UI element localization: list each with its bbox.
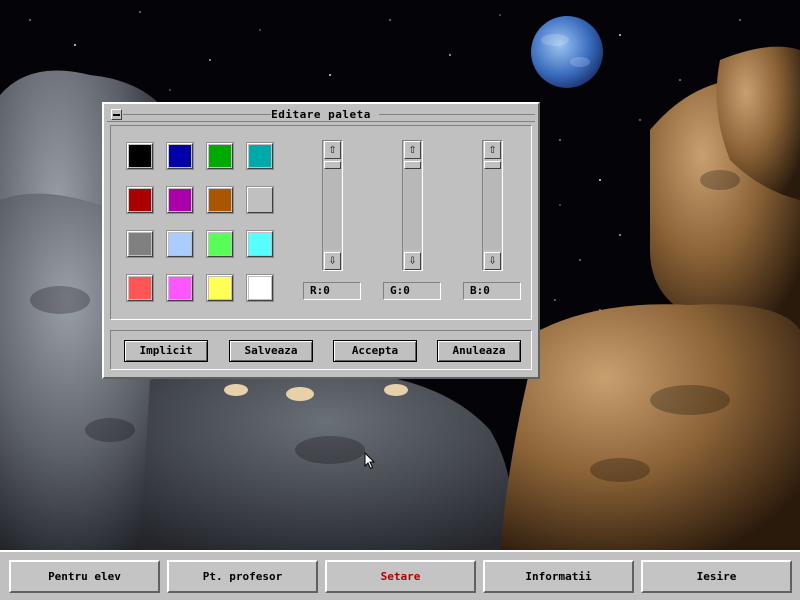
- swatch-fill: [169, 233, 191, 255]
- dialog-titlebar[interactable]: Editare paleta: [107, 107, 535, 122]
- default-button[interactable]: Implicit: [124, 340, 208, 362]
- swatch-fill: [129, 233, 151, 255]
- green-value-readout: G:0: [383, 282, 441, 300]
- color-swatch[interactable]: [246, 274, 274, 302]
- blue-slider[interactable]: ⇧ ⇩: [482, 140, 503, 271]
- color-swatch[interactable]: [206, 142, 234, 170]
- red-value-readout: R:0: [303, 282, 361, 300]
- color-swatch[interactable]: [246, 186, 274, 214]
- swatch-fill: [209, 277, 231, 299]
- mouse-pointer-icon: [364, 452, 376, 470]
- color-swatch[interactable]: [246, 230, 274, 258]
- green-slider[interactable]: ⇧ ⇩: [402, 140, 423, 271]
- palette-editor-dialog: Editare paleta ⇧ ⇩ ⇧ ⇩ ⇧ ⇩ R:0 G:0 B:0 I…: [102, 102, 540, 379]
- arrow-up-icon[interactable]: ⇧: [324, 141, 341, 159]
- color-swatch[interactable]: [166, 186, 194, 214]
- tab-iesire[interactable]: Iesire: [641, 560, 792, 593]
- swatch-fill: [249, 189, 271, 211]
- blue-value-readout: B:0: [463, 282, 521, 300]
- slider-thumb[interactable]: [324, 161, 341, 169]
- slider-thumb[interactable]: [484, 161, 501, 169]
- color-swatch[interactable]: [166, 142, 194, 170]
- swatch-fill: [249, 277, 271, 299]
- button-panel: Implicit Salveaza Accepta Anuleaza: [110, 330, 532, 370]
- cancel-button[interactable]: Anuleaza: [437, 340, 521, 362]
- slider-thumb[interactable]: [404, 161, 421, 169]
- bottom-menu-bar: Pentru elev Pt. profesor Setare Informat…: [0, 550, 800, 600]
- swatch-fill: [209, 233, 231, 255]
- slider-track[interactable]: [484, 161, 501, 250]
- arrow-down-icon[interactable]: ⇩: [484, 252, 501, 270]
- swatch-fill: [129, 277, 151, 299]
- tab-pentru-elev[interactable]: Pentru elev: [9, 560, 160, 593]
- red-slider[interactable]: ⇧ ⇩: [322, 140, 343, 271]
- color-swatch[interactable]: [166, 230, 194, 258]
- color-swatch[interactable]: [126, 142, 154, 170]
- arrow-up-icon[interactable]: ⇧: [404, 141, 421, 159]
- tab-informatii[interactable]: Informatii: [483, 560, 634, 593]
- swatch-fill: [169, 145, 191, 167]
- color-swatch[interactable]: [246, 142, 274, 170]
- color-swatch[interactable]: [166, 274, 194, 302]
- color-swatch[interactable]: [126, 230, 154, 258]
- arrow-up-icon[interactable]: ⇧: [484, 141, 501, 159]
- tab-setare[interactable]: Setare: [325, 560, 476, 593]
- swatch-fill: [169, 189, 191, 211]
- save-button[interactable]: Salveaza: [229, 340, 313, 362]
- color-swatch[interactable]: [126, 186, 154, 214]
- swatch-fill: [209, 189, 231, 211]
- swatch-fill: [129, 145, 151, 167]
- slider-track[interactable]: [404, 161, 421, 250]
- accept-button[interactable]: Accepta: [333, 340, 417, 362]
- swatch-fill: [249, 145, 271, 167]
- slider-track[interactable]: [324, 161, 341, 250]
- color-swatch[interactable]: [206, 274, 234, 302]
- swatch-fill: [249, 233, 271, 255]
- color-swatch[interactable]: [126, 274, 154, 302]
- arrow-down-icon[interactable]: ⇩: [324, 252, 341, 270]
- title-rule: [379, 114, 535, 115]
- swatch-fill: [209, 145, 231, 167]
- color-swatch[interactable]: [206, 186, 234, 214]
- palette-panel: ⇧ ⇩ ⇧ ⇩ ⇧ ⇩ R:0 G:0 B:0: [110, 125, 532, 320]
- color-swatch[interactable]: [206, 230, 234, 258]
- tab-pt-profesor[interactable]: Pt. profesor: [167, 560, 318, 593]
- swatch-fill: [169, 277, 191, 299]
- arrow-down-icon[interactable]: ⇩: [404, 252, 421, 270]
- swatch-fill: [129, 189, 151, 211]
